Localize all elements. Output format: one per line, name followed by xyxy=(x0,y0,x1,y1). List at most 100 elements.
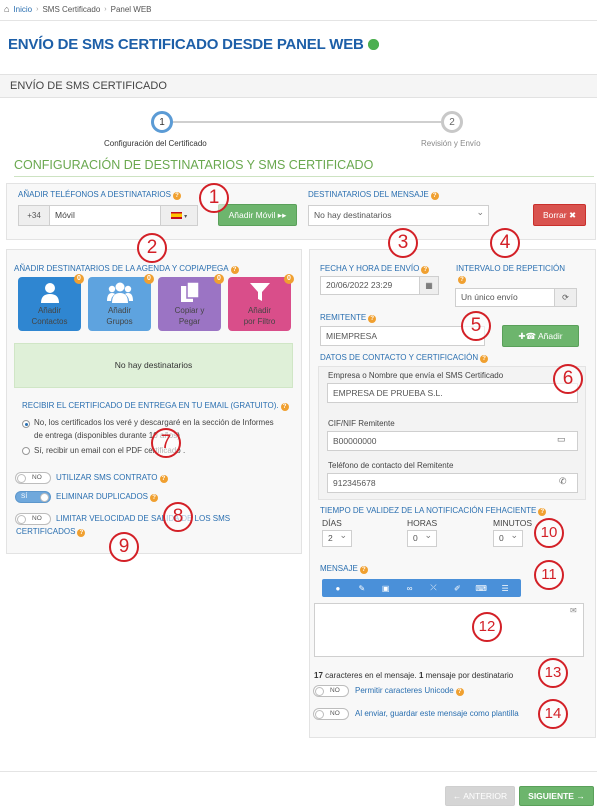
company-input[interactable]: EMPRESA DE PRUEBA S.L. xyxy=(327,383,578,403)
radio-no-email-label: No, los certificados los veré y descarga… xyxy=(34,418,274,427)
cif-input[interactable]: B00000000 xyxy=(327,431,578,451)
chevron-down-icon: ▾ xyxy=(184,214,188,220)
tile-label: Contactos xyxy=(31,317,68,326)
unlink-icon[interactable]: ⤫ xyxy=(427,583,439,593)
agenda-label-text: AÑADIR DESTINATARIOS DE LA AGENDA Y COPI… xyxy=(14,264,229,273)
add-sender-button[interactable]: ✚☎ Añadir xyxy=(502,325,579,347)
breadcrumb-item[interactable]: SMS Certificado xyxy=(42,5,100,14)
breadcrumb-item: Panel WEB xyxy=(110,4,152,14)
wizard-progress-line xyxy=(173,121,441,123)
help-icon[interactable]: ? xyxy=(538,508,547,516)
refresh-icon[interactable]: ⟳ xyxy=(554,288,577,307)
radio-yes-email[interactable] xyxy=(22,447,30,455)
help-icon[interactable]: ? xyxy=(150,494,159,502)
help-icon[interactable]: ? xyxy=(368,315,377,323)
annotation-marker: 10 xyxy=(534,518,564,548)
comment-icon[interactable]: ● xyxy=(332,584,344,593)
agenda-label: AÑADIR DESTINATARIOS DE LA AGENDA Y COPI… xyxy=(14,264,239,274)
breadcrumb-home-link[interactable]: Inicio xyxy=(13,5,32,14)
validity-label: TIEMPO DE VALIDEZ DE LA NOTIFICACIÓN FEH… xyxy=(320,506,547,516)
cif-label: CIF/NIF Remitente xyxy=(328,419,395,428)
annotation-marker: 2 xyxy=(137,233,167,263)
annotation-marker: 9 xyxy=(109,532,139,562)
sender-label: REMITENTE? xyxy=(320,313,377,323)
previous-button[interactable]: ← ANTERIOR xyxy=(445,786,515,806)
tile-label: Añadir xyxy=(37,306,62,315)
template-toggle[interactable]: NO xyxy=(313,708,349,720)
add-mobile-button[interactable]: Añadir Móvil ▸▸ xyxy=(218,204,297,226)
help-icon[interactable]: ? xyxy=(172,192,181,200)
wizard-step-1[interactable]: 1 xyxy=(151,111,173,133)
help-icon[interactable]: ? xyxy=(230,266,239,274)
add-groups-tile[interactable]: 0 Añadir Grupos xyxy=(88,274,154,331)
wizard-step-2[interactable]: 2 xyxy=(441,111,463,133)
help-icon[interactable]: ? xyxy=(480,355,489,363)
wizard-step-2-label: Revisión y Envío xyxy=(421,139,481,148)
next-button[interactable]: SIGUIENTE → xyxy=(519,786,594,806)
previous-label: ANTERIOR xyxy=(463,791,508,801)
help-icon[interactable]: ? xyxy=(77,529,86,537)
help-icon[interactable]: ? xyxy=(280,403,289,411)
gear-icon xyxy=(367,39,379,50)
send-date-label-text: FECHA Y HORA DE ENVÍO xyxy=(320,264,420,273)
recipients-select[interactable]: No hay destinatarios xyxy=(308,205,489,226)
copy-paste-tile[interactable]: 0 Copiar y Pegar xyxy=(158,274,224,331)
contract-toggle[interactable]: NO xyxy=(15,472,51,484)
image-icon[interactable]: ▣ xyxy=(380,584,392,593)
character-count: 17 caracteres en el mensaje. 1 mensaje p… xyxy=(314,671,513,680)
validity-label-text: TIEMPO DE VALIDEZ DE LA NOTIFICACIÓN FEH… xyxy=(320,506,537,515)
repeat-interval-label: INTERVALO DE REPETICIÓN xyxy=(456,264,566,273)
message-label-text: MENSAJE xyxy=(320,564,358,573)
delete-button[interactable]: Borrar ✖ xyxy=(533,204,586,226)
duplicates-toggle[interactable]: SÍ xyxy=(15,491,51,503)
spain-flag-icon xyxy=(170,212,182,219)
unicode-toggle[interactable]: NO xyxy=(313,685,349,697)
contact-phone-input[interactable]: 912345678 xyxy=(327,473,578,493)
keyboard-icon[interactable]: ⌨ xyxy=(475,584,487,593)
repeat-interval-input[interactable]: Un único envío xyxy=(455,288,555,307)
arrow-right-icon: → xyxy=(576,791,585,801)
company-label: Empresa o Nombre que envía el SMS Certif… xyxy=(328,371,504,380)
hours-label: HORAS xyxy=(407,518,438,528)
country-select[interactable]: ▾ xyxy=(160,205,198,226)
toggle-state: NO xyxy=(32,474,42,481)
minutes-select[interactable]: 0 xyxy=(493,530,523,547)
add-contacts-tile[interactable]: 0 Añadir Contactos xyxy=(18,274,84,331)
mobile-input[interactable]: Móvil xyxy=(49,205,161,226)
days-select[interactable]: 2 xyxy=(322,530,352,547)
page-title: ENVÍO DE SMS CERTIFICADO DESDE PANEL WEB xyxy=(8,36,379,53)
tile-label: Grupos xyxy=(106,317,133,326)
char-count-text: caracteres en el mensaje. xyxy=(322,671,419,680)
help-icon[interactable]: ? xyxy=(359,566,368,574)
tile-label: Copiar y xyxy=(174,306,205,315)
home-icon[interactable]: ⌂ xyxy=(4,4,9,14)
help-icon[interactable]: ? xyxy=(458,276,466,284)
pencil-icon[interactable]: ✐ xyxy=(451,584,463,593)
help-icon[interactable]: ? xyxy=(455,688,464,696)
speed-limit-toggle[interactable]: NO xyxy=(15,513,51,525)
tile-label: por Filtro xyxy=(243,317,276,326)
hours-select[interactable]: 0 xyxy=(407,530,437,547)
help-icon[interactable]: ? xyxy=(421,266,430,274)
toggle-knob xyxy=(40,493,49,502)
link-icon[interactable]: ∞ xyxy=(404,584,416,593)
help-icon[interactable]: ? xyxy=(159,475,168,483)
send-date-input[interactable]: 20/06/2022 23:29 xyxy=(320,276,420,295)
calendar-icon[interactable]: ▦ xyxy=(419,276,439,295)
annotation-marker: 11 xyxy=(534,560,564,590)
tile-label: Añadir xyxy=(107,306,132,315)
radio-no-email[interactable] xyxy=(22,420,30,428)
add-by-filter-tile[interactable]: 0 Añadir por Filtro xyxy=(228,274,294,331)
annotation-marker: 14 xyxy=(538,699,568,729)
sender-input[interactable]: MIEMPRESA xyxy=(320,326,485,346)
annotation-marker: 8 xyxy=(163,502,193,532)
section-header: ENVÍO DE SMS CERTIFICADO xyxy=(0,74,597,98)
help-icon[interactable]: ? xyxy=(430,192,439,200)
list-icon[interactable]: ☰ xyxy=(499,584,511,593)
chevron-right-icon: › xyxy=(36,5,39,13)
attachment-icon[interactable]: ✎ xyxy=(356,584,368,593)
config-heading: CONFIGURACIÓN DE DESTINATARIOS Y SMS CER… xyxy=(14,158,374,172)
message-textarea[interactable] xyxy=(314,603,584,657)
tile-label: Pegar xyxy=(178,317,201,326)
add-phones-label-text: AÑADIR TELÉFONOS A DESTINATARIOS xyxy=(18,190,171,199)
